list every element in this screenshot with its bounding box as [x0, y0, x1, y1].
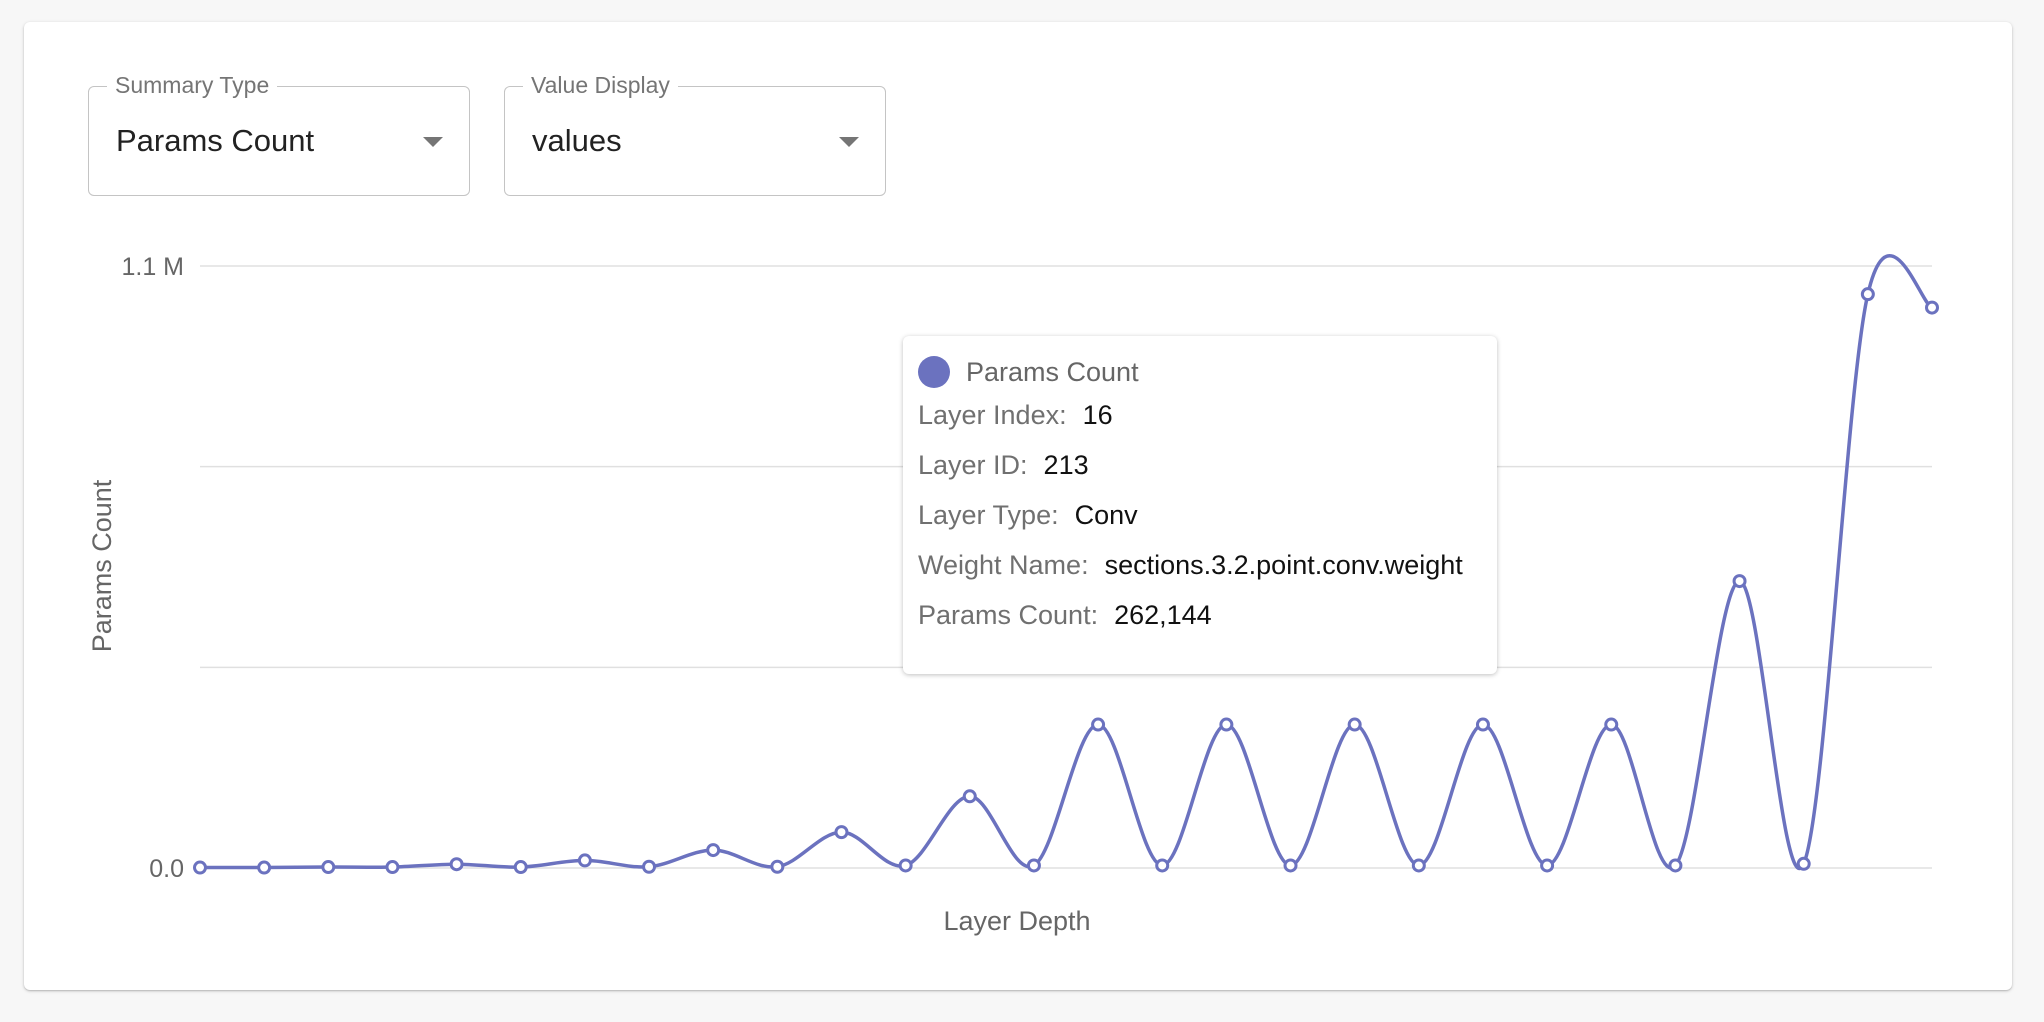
data-point[interactable]	[193, 860, 207, 875]
tooltip-row-value: Conv	[1074, 499, 1138, 530]
data-point[interactable]	[1925, 300, 1939, 315]
data-point[interactable]	[321, 860, 336, 875]
tooltip-row-label: Params Count:	[918, 599, 1099, 630]
data-point[interactable]	[1860, 287, 1875, 302]
data-point[interactable]	[898, 858, 913, 873]
y-tick-label: 0.0	[149, 855, 184, 883]
data-point[interactable]	[1796, 856, 1811, 871]
tooltip-row: Params Count: 262,144	[918, 590, 1482, 640]
tooltip-row-label: Layer Index:	[918, 399, 1067, 430]
tooltip-row: Layer Index: 16	[918, 390, 1482, 440]
data-point[interactable]	[834, 825, 849, 840]
series-color-icon	[918, 356, 950, 388]
data-point[interactable]	[1668, 858, 1683, 873]
data-point[interactable]	[449, 857, 464, 872]
data-point[interactable]	[1347, 717, 1362, 732]
data-point[interactable]	[577, 853, 592, 868]
data-point[interactable]	[1155, 858, 1170, 873]
tooltip-row-value: sections.3.2.point.conv.weight	[1104, 549, 1463, 580]
data-point[interactable]	[642, 859, 657, 874]
tooltip-row-label: Layer ID:	[918, 449, 1028, 480]
tooltip-row: Weight Name: sections.3.2.point.conv.wei…	[918, 540, 1482, 590]
tooltip-row: Layer Type: Conv	[918, 490, 1482, 540]
data-point[interactable]	[962, 789, 977, 804]
tooltip-row-value: 16	[1082, 399, 1113, 430]
data-point[interactable]	[1411, 858, 1426, 873]
data-point[interactable]	[1026, 858, 1041, 873]
data-point[interactable]	[1732, 574, 1747, 589]
y-tick-label: 1.1 M	[121, 253, 184, 281]
tooltip: Params Count Layer Index: 16 Layer ID: 2…	[903, 336, 1497, 674]
tooltip-row-value: 213	[1043, 449, 1089, 480]
data-point[interactable]	[1283, 858, 1298, 873]
tooltip-row: Layer ID: 213	[918, 440, 1482, 490]
tooltip-row-value: 262,144	[1114, 599, 1212, 630]
data-point[interactable]	[513, 860, 528, 875]
data-point[interactable]	[257, 860, 272, 875]
tooltip-row-label: Weight Name:	[918, 549, 1089, 580]
data-point[interactable]	[1540, 858, 1555, 873]
data-point[interactable]	[1091, 717, 1106, 732]
data-point[interactable]	[385, 860, 400, 875]
data-point[interactable]	[706, 843, 721, 858]
tooltip-row-label: Layer Type:	[918, 499, 1059, 530]
data-point[interactable]	[1604, 717, 1619, 732]
x-axis-label: Layer Depth	[943, 906, 1090, 936]
tooltip-series-name: Params Count	[966, 356, 1139, 387]
y-axis-label: Params Count	[87, 479, 117, 652]
data-point[interactable]	[770, 859, 785, 874]
data-point[interactable]	[1475, 717, 1490, 732]
data-point[interactable]	[1219, 717, 1234, 732]
